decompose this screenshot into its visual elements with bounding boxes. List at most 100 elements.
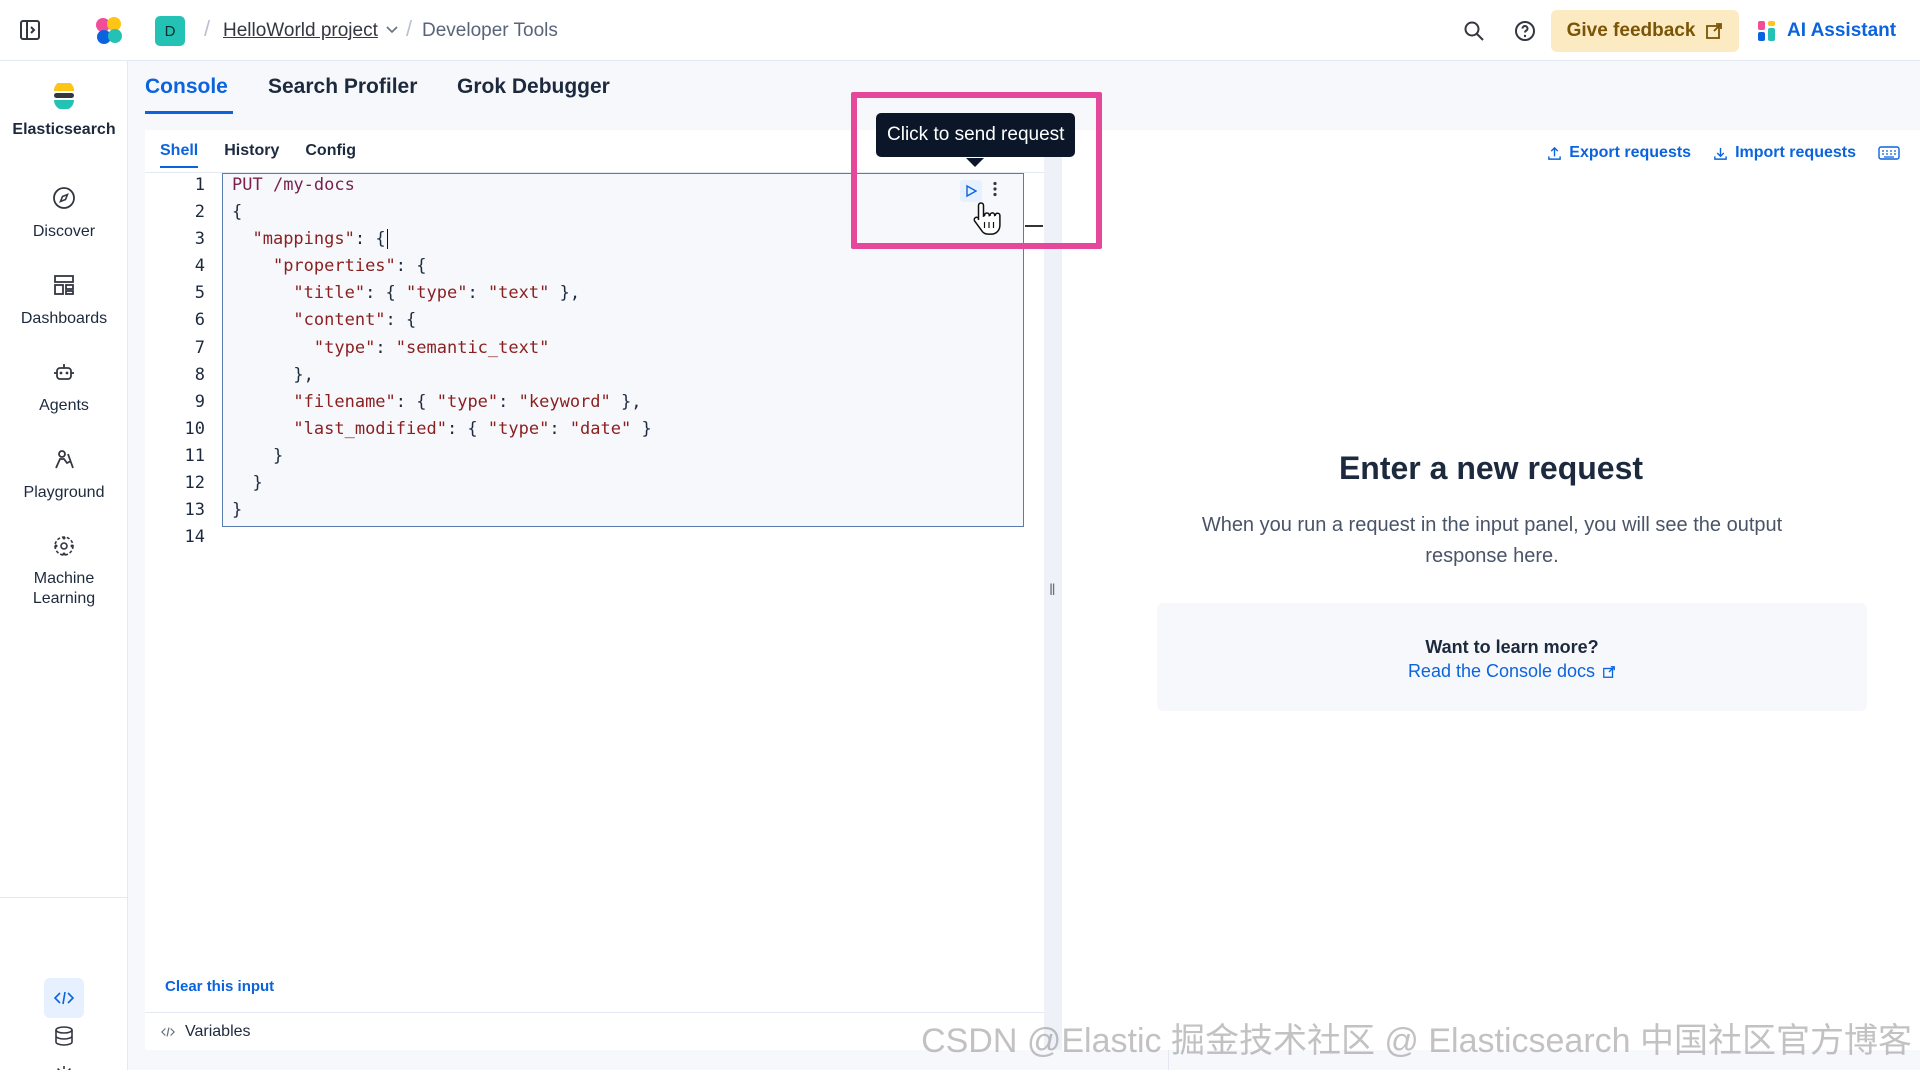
chevron-down-icon[interactable] [385,22,399,36]
line-number: 12 [184,473,205,494]
tab-shell[interactable]: Shell [160,142,199,168]
import-label: Import requests [1735,144,1856,161]
machine-learning-icon [54,536,74,556]
code-icon [53,991,75,1005]
nav-item-elasticsearch[interactable]: Elasticsearch [0,83,128,139]
code-line: "mappings": { [252,229,388,250]
line-number: 3 [194,229,205,250]
data-management-nav-button[interactable] [44,1016,84,1056]
output-actions: Export requests Import requests [1547,144,1900,162]
tab-history[interactable]: History [224,142,279,168]
console-docs-link[interactable]: Read the Console docs [1157,661,1867,682]
nav-label: Discover [32,223,96,240]
keyboard-shortcuts-button[interactable] [1878,145,1900,161]
playground-icon [55,450,74,469]
line-number: 9 [194,391,205,412]
code-line: { [232,202,243,223]
console-output-panel: Export requests Import requests Enter a … [1062,130,1920,1050]
export-requests-button[interactable]: Export requests [1547,144,1691,162]
learn-more-card: Want to learn more? Read the Console doc… [1157,603,1867,711]
export-icon [1548,146,1562,160]
export-label: Export requests [1569,144,1692,161]
variables-label: Variables [185,1022,251,1040]
nav-label: Elasticsearch [12,121,116,138]
empty-state-title: Enter a new request [1338,450,1644,486]
nav-item-discover[interactable]: Discover [0,185,128,241]
left-navigation: Elasticsearch Discover Dashboards Agents… [0,61,128,1070]
line-number: 8 [194,364,205,385]
resize-handle-icon[interactable]: ‖ [1049,582,1056,600]
code-line: "title": { "type": "text" }, [293,283,581,304]
line-number: 2 [194,202,205,223]
code-line: "content": { [293,310,417,331]
code-icon [161,1027,175,1036]
code-line: } [232,500,243,521]
database-icon [55,1026,73,1046]
nav-label: Playground [23,484,105,501]
import-icon [1714,147,1727,160]
dashboard-icon [54,275,74,295]
code-editor[interactable]: PUT /my-docs { "mappings": { "properties"… [232,172,652,551]
nav-label: Machine Learning [32,570,96,607]
learn-more-title: Want to learn more? [1425,637,1599,657]
line-number: 10 [184,418,205,439]
variables-bar[interactable]: Variables [145,1012,1044,1050]
nav-label: Dashboards [20,310,108,327]
line-number: 1 [194,175,205,195]
line-number: 4 [194,256,205,277]
dev-tools-nav-button[interactable] [44,978,84,1018]
code-line: "properties": { [272,256,427,277]
nav-label: Agents [39,397,89,414]
elasticsearch-icon [54,83,74,109]
tab-config[interactable]: Config [305,142,356,168]
project-breadcrumb-link[interactable]: HelloWorld project [223,20,378,42]
tab-search-profiler[interactable]: Search Profiler [268,75,417,99]
text-cursor [386,229,388,250]
empty-state-description: When you run a request in the input pane… [1201,514,1783,567]
external-link-icon [1706,23,1723,39]
nav-item-machine-learning[interactable]: Machine Learning [0,533,128,609]
line-number: 6 [194,310,205,331]
active-tab-indicator [145,111,233,114]
line-numbers: 1 2 3 4 5 6 7 8 9 10 11 12 13 14 [165,172,205,551]
code-line: } [232,473,263,494]
feedback-label: Give feedback [1566,20,1696,41]
highlight-annotation [851,92,1102,249]
nav-item-playground[interactable]: Playground [0,446,128,502]
line-number: 5 [194,283,205,304]
nav-item-agents[interactable]: Agents [0,359,128,415]
tab-grok-debugger[interactable]: Grok Debugger [457,75,610,99]
breadcrumb-current: Developer Tools [422,20,558,41]
tab-console[interactable]: Console [145,75,228,99]
code-line: "filename": { "type": "keyword" }, [293,391,642,412]
breadcrumb-separator: / [204,16,211,41]
code-line: }, [232,364,314,385]
ai-assistant-label: AI Assistant [1787,20,1897,41]
compass-icon [53,187,75,209]
settings-nav-button[interactable] [44,1055,84,1070]
give-feedback-button[interactable]: Give feedback [1551,10,1739,52]
nav-bottom-group [0,897,128,1070]
gear-icon [57,1066,71,1070]
code-line: "type": "semantic_text" [313,337,550,358]
space-avatar[interactable]: D [155,16,185,46]
breadcrumb-separator: / [406,16,413,41]
line-number: 14 [184,527,205,548]
ai-assistant-button[interactable]: AI Assistant [1757,18,1896,44]
help-icon[interactable] [1513,19,1537,43]
console-subtabs: Shell History Config [160,142,356,168]
nav-item-dashboards[interactable]: Dashboards [0,272,128,328]
search-icon[interactable] [1462,19,1486,43]
code-line: "last_modified": { "type": "date" } [293,418,652,439]
watermark: CSDN @Elastic 掘金技术社区 @ Elasticsearch 中国社… [921,1022,1912,1060]
import-requests-button[interactable]: Import requests [1713,144,1856,162]
code-line: } [232,445,284,466]
elastic-logo-icon[interactable] [92,14,126,48]
line-number: 11 [184,445,205,466]
sidebar-toggle-icon[interactable] [18,18,42,42]
clear-input-link[interactable]: Clear this input [165,978,274,995]
line-number: 13 [184,500,205,521]
console-docs-label: Read the Console docs [1407,661,1596,681]
line-number: 7 [194,337,205,358]
